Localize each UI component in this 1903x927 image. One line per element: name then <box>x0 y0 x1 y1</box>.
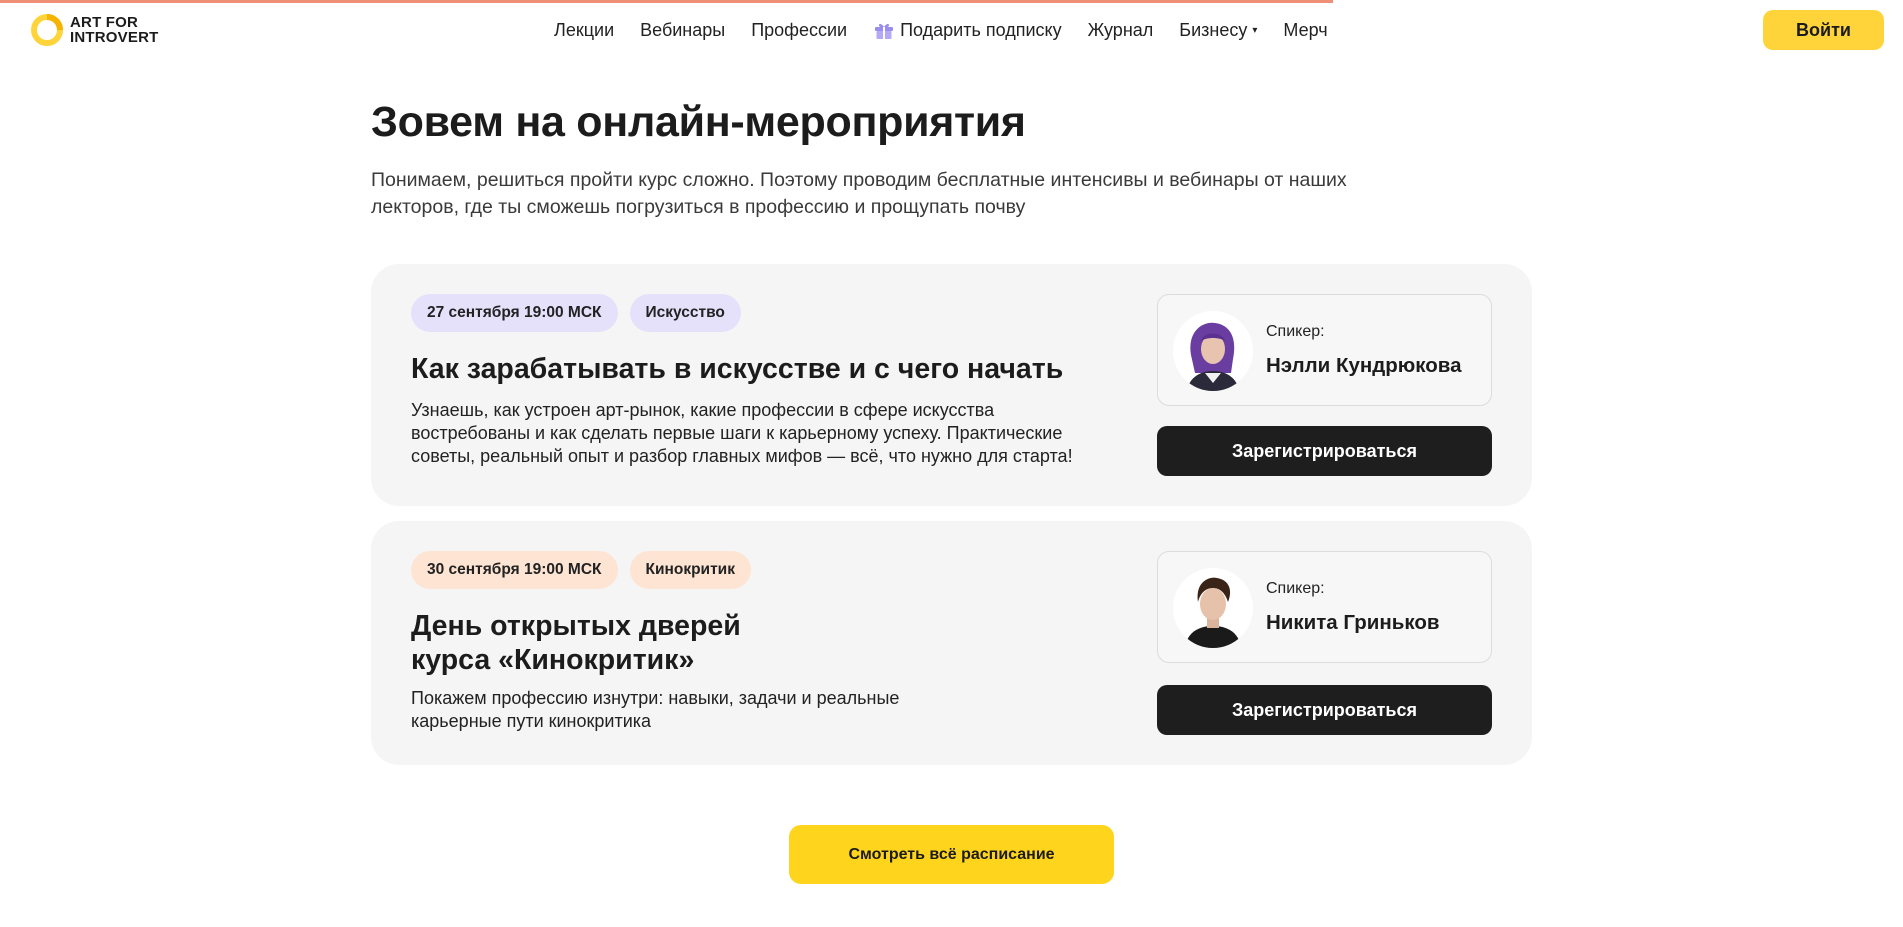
event-date-badge: 27 сентября 19:00 МСК <box>411 294 618 332</box>
speaker-name: Нэлли Кундрюкова <box>1266 354 1462 377</box>
speaker-avatar <box>1173 568 1253 648</box>
event-card: 30 сентября 19:00 МСК Кинокритик День от… <box>371 521 1532 765</box>
event-description: Покажем профессию изнутри: навыки, задач… <box>411 688 900 731</box>
event-category-badge: Искусство <box>629 294 741 332</box>
section-title: Зовем на онлайн-мероприятия <box>371 98 1026 146</box>
event-tags: 27 сентября 19:00 МСК Искусство <box>411 294 753 332</box>
event-date-badge: 30 сентября 19:00 МСК <box>411 551 618 589</box>
gift-icon <box>873 19 895 41</box>
view-schedule-button[interactable]: Смотреть всё расписание <box>789 825 1114 884</box>
nav-item-gift-subscription[interactable]: Подарить подписку <box>873 19 1062 41</box>
event-title-line-1: День открытых дверей <box>411 610 741 642</box>
speaker-label: Спикер: <box>1266 580 1325 597</box>
speaker-card: Спикер: Никита Гриньков <box>1157 551 1492 663</box>
section-subtitle: Понимаем, решиться пройти курс сложно. П… <box>371 169 1347 218</box>
event-title-line-2: курса «Кинокритик» <box>411 644 695 676</box>
event-title: День открытых дверей курса «Кинокритик» <box>411 609 1111 677</box>
logo-text: ART FOR INTROVERT <box>70 15 180 45</box>
nav-label: Профессии <box>751 19 848 40</box>
event-category-badge: Кинокритик <box>629 551 751 589</box>
event-title: Как зарабатывать в искусстве и с чего на… <box>411 353 1064 385</box>
nav-label: Подарить подписку <box>900 19 1062 40</box>
site-header: ART FOR INTROVERT Лекции Вебинары Профес… <box>0 0 1903 60</box>
speaker-card: Спикер: Нэлли Кундрюкова <box>1157 294 1492 406</box>
nav-item-webinars[interactable]: Вебинары <box>640 20 725 41</box>
nav-label: Лекции <box>554 19 615 40</box>
nav-label: Вебинары <box>640 19 726 40</box>
speaker-name: Никита Гриньков <box>1266 611 1440 634</box>
main-nav: Лекции Вебинары Профессии Подарить подпи… <box>554 17 1354 43</box>
event-card: 27 сентября 19:00 МСК Искусство Как зара… <box>371 264 1532 506</box>
nav-label: Журнал <box>1087 19 1154 40</box>
speaker-avatar <box>1173 311 1253 391</box>
nav-item-lectures[interactable]: Лекции <box>554 20 614 41</box>
logo-ring-icon <box>30 13 64 47</box>
register-button[interactable]: Зарегистрироваться <box>1157 685 1492 735</box>
login-button[interactable]: Войти <box>1763 10 1884 50</box>
speaker-label: Спикер: <box>1266 323 1325 340</box>
logo-line-2: INTROVERT <box>70 29 159 46</box>
logo[interactable]: ART FOR INTROVERT <box>30 12 190 48</box>
nav-item-business[interactable]: Бизнесу ▾ <box>1179 20 1257 41</box>
nav-label: Мерч <box>1283 19 1328 40</box>
event-description: Узнаешь, как устроен арт-рынок, какие пр… <box>411 400 1073 466</box>
nav-item-journal[interactable]: Журнал <box>1088 20 1154 41</box>
register-button[interactable]: Зарегистрироваться <box>1157 426 1492 476</box>
nav-label: Бизнесу <box>1179 19 1248 40</box>
nav-item-merch[interactable]: Мерч <box>1283 20 1327 41</box>
event-tags: 30 сентября 19:00 МСК Кинокритик <box>411 551 763 589</box>
caret-down-icon: ▾ <box>1252 24 1258 36</box>
nav-item-professions[interactable]: Профессии <box>751 20 847 41</box>
